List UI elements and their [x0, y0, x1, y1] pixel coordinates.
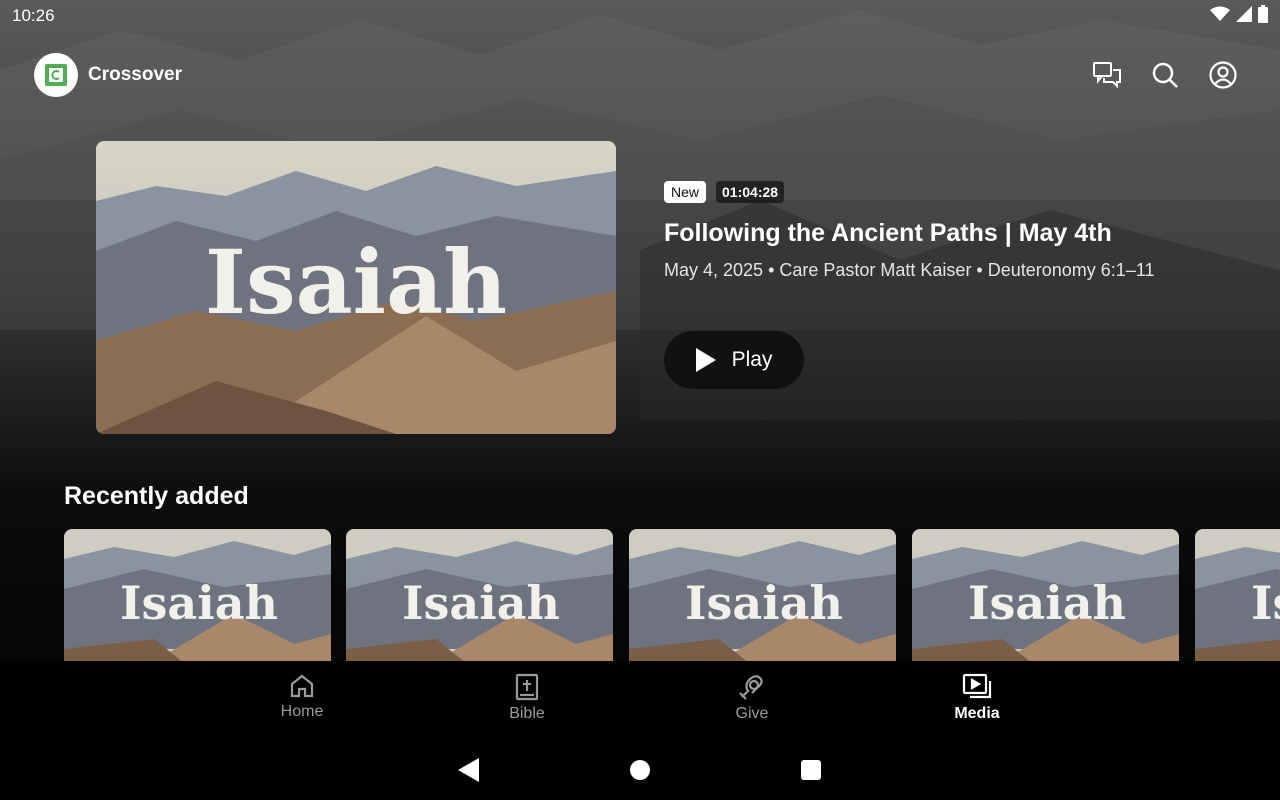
chat-button[interactable] — [1092, 60, 1122, 90]
hero-thumbnail-title: Isaiah — [205, 230, 507, 334]
play-button[interactable]: Play — [664, 331, 804, 389]
media-card[interactable]: Isaiah — [346, 529, 613, 661]
bottom-navigation: Home Bible Give Media — [0, 661, 1280, 740]
bible-icon — [515, 673, 539, 701]
hero-thumbnail[interactable]: Isaiah — [96, 141, 616, 434]
battery-icon — [1258, 4, 1268, 28]
app-bar: Crossover — [34, 52, 1248, 98]
nav-item-home[interactable]: Home — [242, 673, 362, 721]
hero-meta: May 4, 2025 • Care Pastor Matt Kaiser • … — [664, 260, 1155, 280]
nav-item-media[interactable]: Media — [917, 673, 1037, 723]
nav-label-bible: Bible — [509, 705, 545, 722]
system-back-button[interactable] — [454, 756, 482, 784]
crossover-logo-icon — [34, 53, 78, 97]
nav-item-give[interactable]: Give — [692, 673, 812, 723]
media-card-title: Isaiah — [685, 576, 843, 630]
media-card-title: Isaiah — [402, 576, 560, 630]
media-icon — [962, 673, 992, 699]
play-label: Play — [731, 348, 773, 371]
media-card[interactable]: Isaiah — [64, 529, 331, 661]
nav-item-bible[interactable]: Bible — [467, 673, 587, 723]
chat-icon — [1093, 62, 1121, 88]
home-circle-icon — [630, 760, 650, 780]
duration-badge: 01:04:28 — [716, 181, 785, 203]
nav-label-give: Give — [735, 705, 769, 722]
signal-icon — [1236, 5, 1252, 27]
nav-label-home: Home — [280, 703, 324, 720]
media-card[interactable]: Isaiah — [629, 529, 896, 661]
media-card[interactable]: Isaiah — [1195, 529, 1280, 661]
media-card-title: Isaiah — [120, 576, 278, 630]
give-icon — [739, 675, 763, 700]
status-bar: 10:26 — [0, 0, 1280, 32]
hero-info: New 01:04:28 Following the Ancient Paths… — [664, 181, 1264, 389]
search-button[interactable] — [1150, 60, 1180, 90]
home-icon — [290, 674, 314, 698]
system-recents-button[interactable] — [797, 756, 825, 784]
brand-name: Crossover — [88, 64, 182, 85]
back-icon — [458, 758, 479, 782]
account-button[interactable] — [1208, 60, 1238, 90]
recents-icon — [801, 760, 821, 780]
new-badge: New — [664, 181, 707, 203]
system-home-button[interactable] — [626, 756, 654, 784]
recently-added-row[interactable]: Isaiah Isaiah Isaiah Isaiah I — [64, 529, 1280, 661]
section-title-recently-added: Recently added — [64, 482, 249, 510]
nav-label-media: Media — [954, 705, 1000, 722]
status-time: 10:26 — [12, 6, 55, 25]
media-card-title: Isaiah — [1251, 576, 1280, 630]
account-icon — [1209, 61, 1237, 89]
play-icon — [695, 348, 716, 372]
search-icon — [1152, 62, 1178, 88]
media-card[interactable]: Isaiah — [912, 529, 1179, 661]
hero-title: Following the Ancient Paths | May 4th — [664, 219, 1112, 247]
media-card-title: Isaiah — [968, 576, 1126, 630]
brand[interactable]: Crossover — [34, 53, 182, 97]
system-navigation-bar — [0, 740, 1280, 800]
wifi-icon — [1210, 6, 1230, 27]
